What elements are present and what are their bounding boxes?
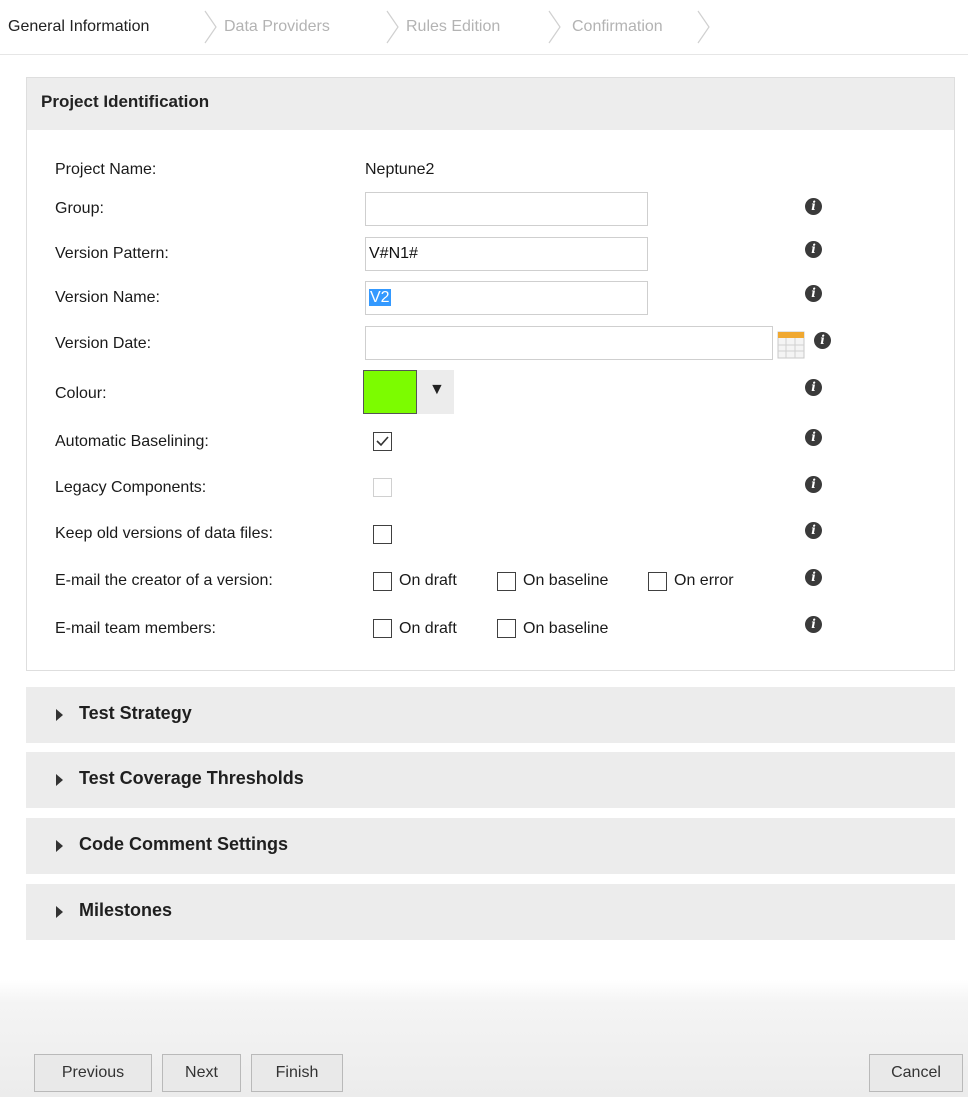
section-test-coverage-thresholds[interactable]: Test Coverage Thresholds [26,752,955,808]
email-creator-on-draft-label: On draft [399,572,457,589]
step-separator-icon [548,10,561,44]
email-creator-on-draft-checkbox[interactable] [373,572,392,591]
section-code-comment-settings[interactable]: Code Comment Settings [26,818,955,874]
group-label: Group: [55,200,104,217]
wizard-step-data-providers[interactable]: Data Providers [224,14,330,40]
email-creator-on-baseline-label: On baseline [523,572,609,589]
email-team-on-draft-label: On draft [399,620,457,637]
version-date-input[interactable] [365,326,773,360]
email-team-on-baseline-label: On baseline [523,620,609,637]
section-title: Code Comment Settings [79,834,289,854]
section-title: Test Strategy [79,703,192,723]
expand-arrow-icon [56,906,63,918]
legacy-components-checkbox[interactable] [373,478,392,497]
calendar-icon[interactable] [776,328,806,362]
dropdown-arrow-icon: ▼ [429,381,445,398]
email-team-on-draft-checkbox[interactable] [373,619,392,638]
step-separator-icon [204,10,217,44]
project-identification-panel: Project Identification Project Name: Nep… [26,77,955,671]
colour-swatch[interactable] [363,370,417,414]
finish-button[interactable]: Finish [251,1054,343,1092]
panel-header: Project Identification [27,78,954,130]
automatic-baselining-info-icon[interactable]: i [805,429,822,446]
email-creator-label: E-mail the creator of a version: [55,572,273,589]
cancel-button[interactable]: Cancel [869,1054,963,1092]
version-name-label: Version Name: [55,289,160,306]
legacy-components-label: Legacy Components: [55,479,207,496]
version-pattern-info-icon[interactable]: i [805,241,822,258]
selected-text: V2 [369,289,391,306]
project-name-value: Neptune2 [365,161,435,178]
keep-old-versions-checkbox[interactable] [373,525,392,544]
version-date-label: Version Date: [55,335,152,352]
wizard-step-confirmation[interactable]: Confirmation [572,14,663,40]
legacy-components-info-icon[interactable]: i [805,476,822,493]
wizard-steps: General Information Data Providers Rules… [0,0,968,55]
section-title: Milestones [79,900,173,920]
checkmark-icon [376,436,389,447]
section-test-strategy[interactable]: Test Strategy [26,687,955,743]
automatic-baselining-label: Automatic Baselining: [55,433,209,450]
group-info-icon[interactable]: i [805,198,822,215]
colour-label: Colour: [55,385,107,402]
section-milestones[interactable]: Milestones [26,884,955,940]
expand-arrow-icon [56,840,63,852]
colour-info-icon[interactable]: i [805,379,822,396]
wizard-step-general-information[interactable]: General Information [8,14,149,40]
previous-button[interactable]: Previous [34,1054,152,1092]
automatic-baselining-checkbox[interactable] [373,432,392,451]
email-creator-on-error-label: On error [674,572,734,589]
email-creator-on-error-checkbox[interactable] [648,572,667,591]
group-input[interactable] [365,192,648,226]
project-name-label: Project Name: [55,161,157,178]
section-title: Test Coverage Thresholds [79,768,304,788]
version-name-info-icon[interactable]: i [805,285,822,302]
version-date-info-icon[interactable]: i [814,332,831,349]
keep-old-versions-info-icon[interactable]: i [805,522,822,539]
step-separator-icon [697,10,710,44]
panel-title: Project Identification [41,92,210,111]
keep-old-versions-label: Keep old versions of data files: [55,525,273,542]
version-name-input[interactable]: V2 [365,281,648,315]
email-team-info-icon[interactable]: i [805,616,822,633]
wizard-step-rules-edition[interactable]: Rules Edition [406,14,500,40]
next-button[interactable]: Next [162,1054,241,1092]
expand-arrow-icon [56,774,63,786]
version-pattern-input[interactable]: V#N1# [365,237,648,271]
email-creator-on-baseline-checkbox[interactable] [497,572,516,591]
email-creator-info-icon[interactable]: i [805,569,822,586]
step-separator-icon [386,10,399,44]
expand-arrow-icon [56,709,63,721]
colour-dropdown-button[interactable]: ▼ [417,370,454,414]
version-pattern-label: Version Pattern: [55,245,169,262]
email-team-on-baseline-checkbox[interactable] [497,619,516,638]
email-team-label: E-mail team members: [55,620,216,637]
